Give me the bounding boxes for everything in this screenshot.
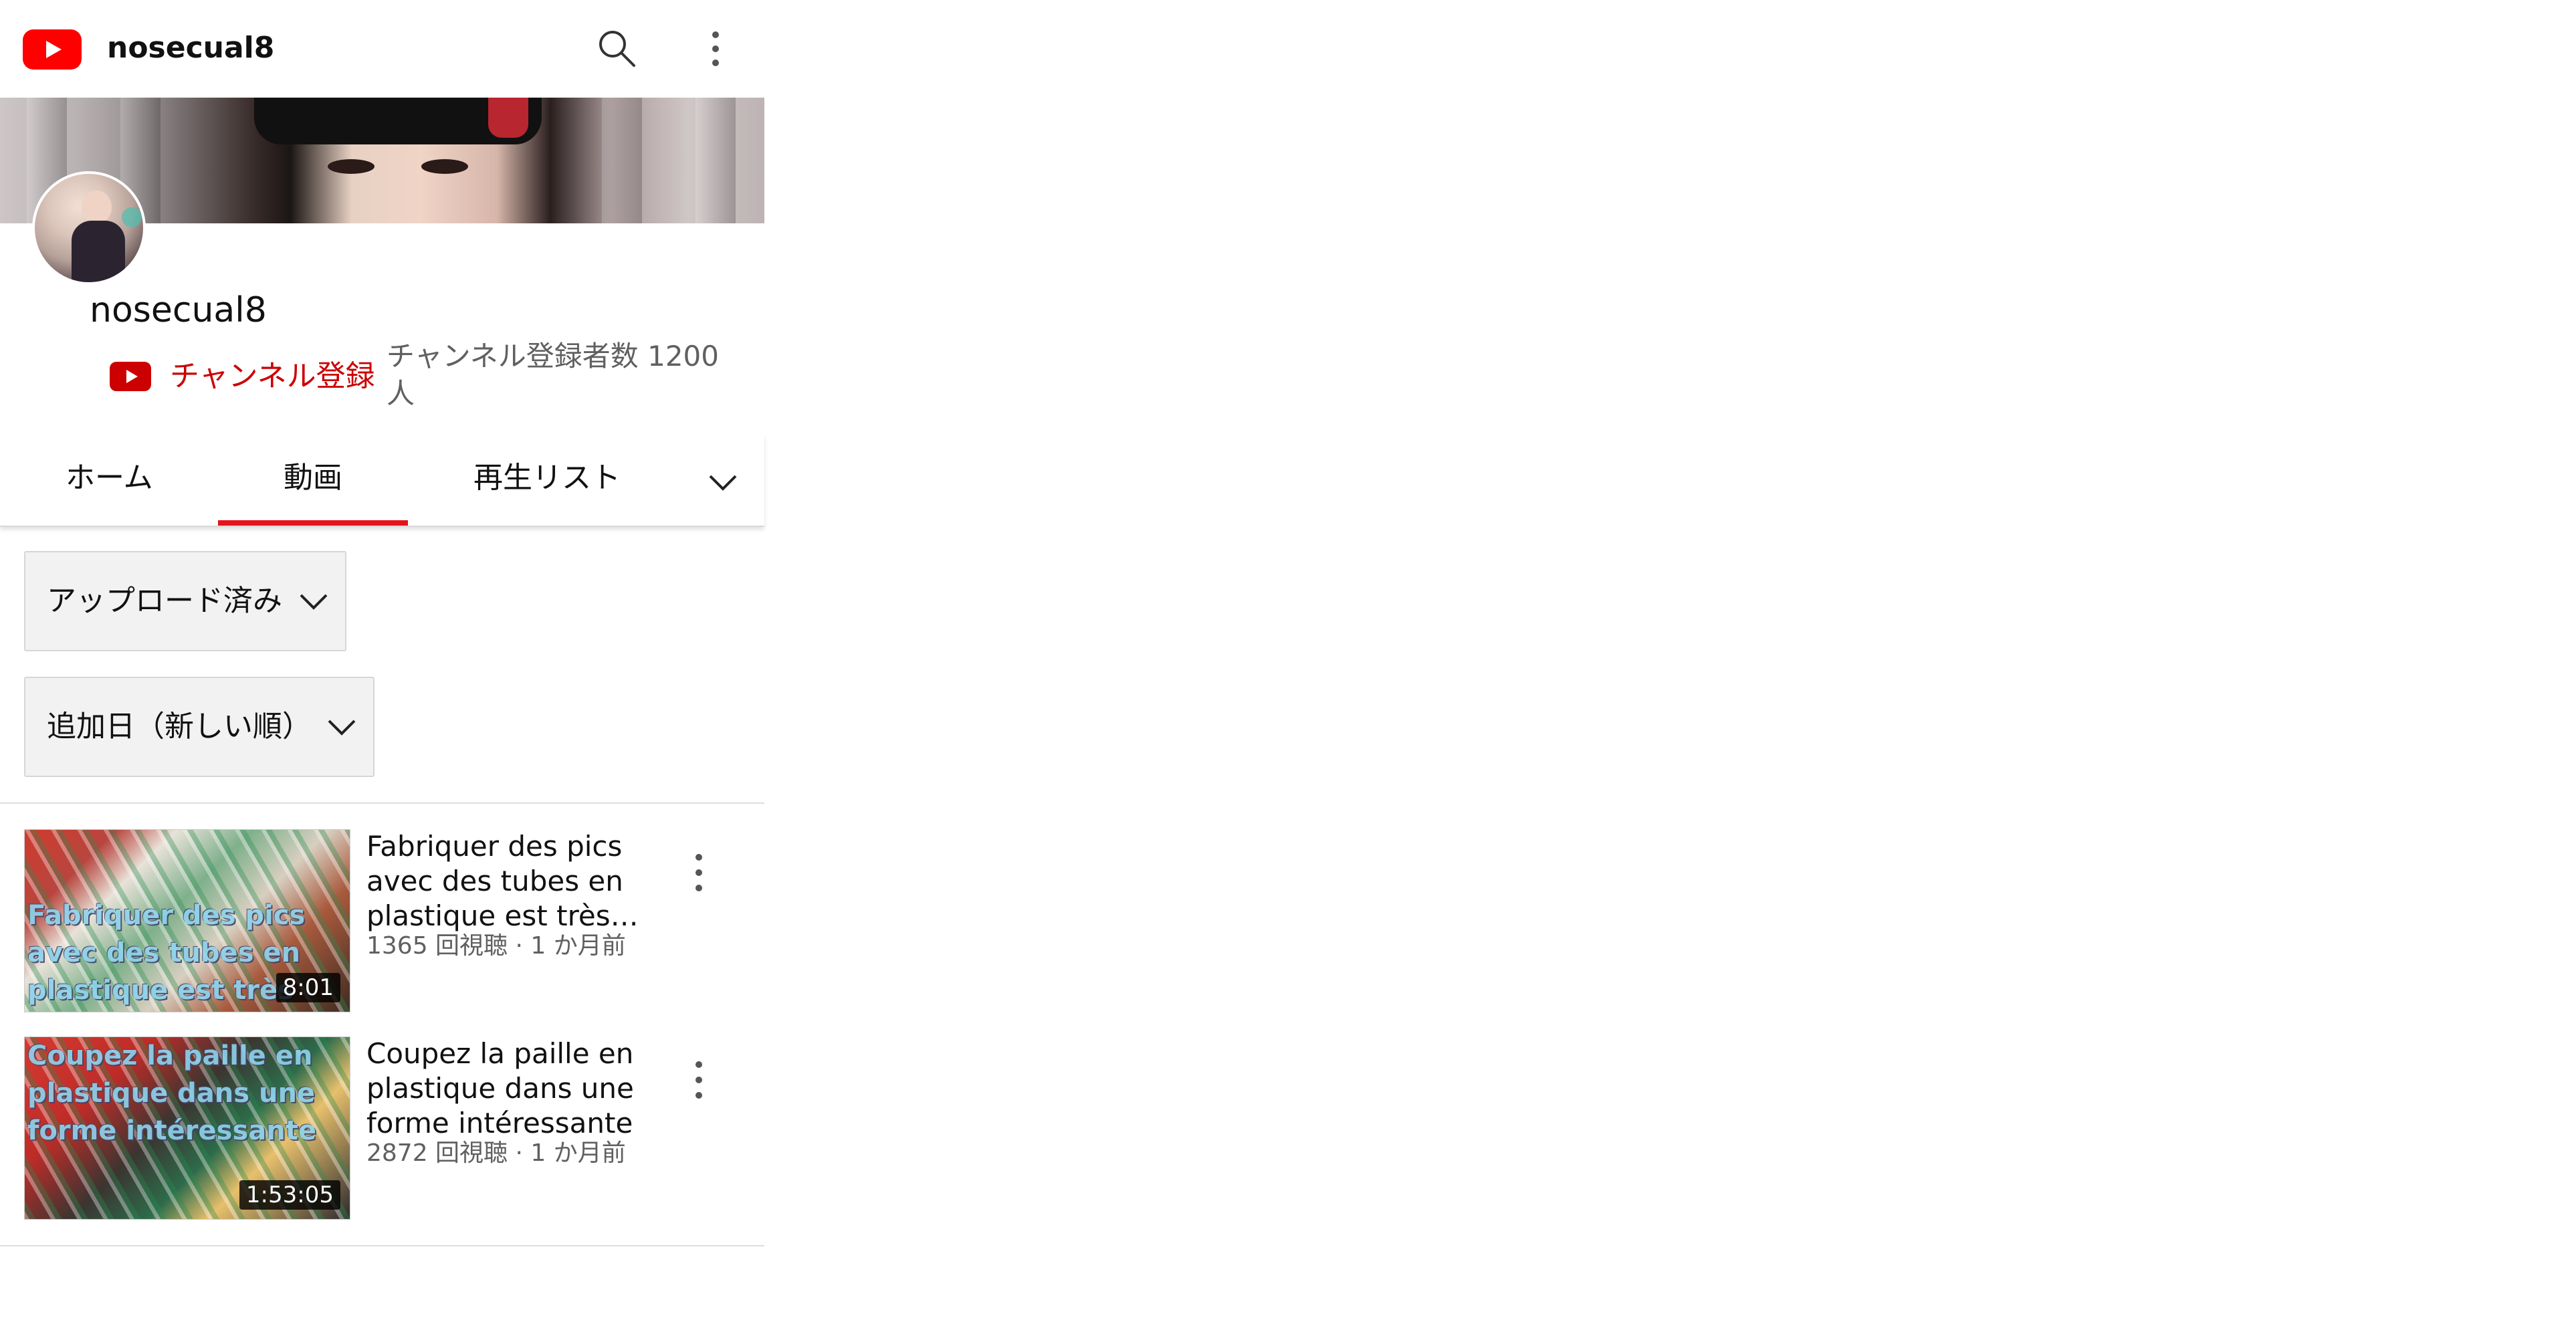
chevron-down-icon [300, 594, 328, 610]
channel-avatar[interactable] [32, 171, 146, 285]
sort-order-value: 追加日（新しい順） [47, 709, 312, 744]
more-vert-icon[interactable] [682, 1057, 716, 1103]
video-thumbnail[interactable]: Fabriquer des pics avec des tubes en pla… [24, 829, 350, 1012]
video-meta: 2872 回視聴 · 1 か月前 [366, 1139, 626, 1167]
sort-order-dropdown[interactable]: 追加日（新しい順） [24, 677, 374, 777]
tab-home[interactable]: ホーム [66, 455, 153, 502]
chevron-down-icon [328, 720, 356, 736]
video-list-item[interactable]: Fabriquer des pics avec des tubes en pla… [0, 829, 764, 1023]
more-vert-icon[interactable] [695, 27, 736, 71]
subscribe-button[interactable]: チャンネル登録 [170, 355, 375, 398]
video-duration: 1:53:05 [239, 1180, 340, 1210]
selected-tab-indicator [218, 520, 408, 526]
video-list-item[interactable]: Coupez la paille en plastique dans une f… [0, 1036, 764, 1230]
header-channel-title: nosecual8 [107, 31, 275, 65]
divider [0, 1245, 764, 1246]
tab-videos[interactable]: 動画 [284, 455, 342, 502]
search-icon[interactable] [595, 27, 638, 70]
more-vert-icon[interactable] [682, 849, 716, 896]
video-title[interactable]: Coupez la paille en plastique dans une f… [366, 1036, 654, 1141]
tab-playlists[interactable]: 再生リスト [473, 455, 621, 502]
channel-name: nosecual8 [90, 290, 267, 330]
subscriber-count: チャンネル登録者数 1200 人 [387, 340, 719, 410]
video-title[interactable]: Fabriquer des pics avec des tubes en pla… [366, 829, 654, 933]
content-type-dropdown[interactable]: アップロード済み [24, 551, 346, 651]
subscribe-row: チャンネル登録 チャンネル登録者数 1200 人 [110, 338, 745, 418]
content-type-value: アップロード済み [47, 584, 282, 618]
channel-tabs: ホーム 動画 再生リスト [0, 435, 764, 527]
youtube-logo-icon[interactable] [23, 29, 82, 70]
chevron-down-icon[interactable] [702, 461, 744, 503]
thumbnail-text: Coupez la paille en plastique dans une f… [27, 1040, 316, 1146]
divider [0, 802, 764, 804]
video-thumbnail[interactable]: Coupez la paille en plastique dans une f… [24, 1036, 350, 1220]
video-meta: 1365 回視聴 · 1 か月前 [366, 932, 626, 960]
youtube-channel-page: nosecual8 nosecual8 チャンネル登録 チャンネル登録者数 12… [0, 0, 764, 1324]
youtube-subscribe-icon[interactable] [110, 362, 151, 391]
top-app-bar: nosecual8 [0, 0, 764, 98]
video-duration: 8:01 [276, 973, 340, 1002]
